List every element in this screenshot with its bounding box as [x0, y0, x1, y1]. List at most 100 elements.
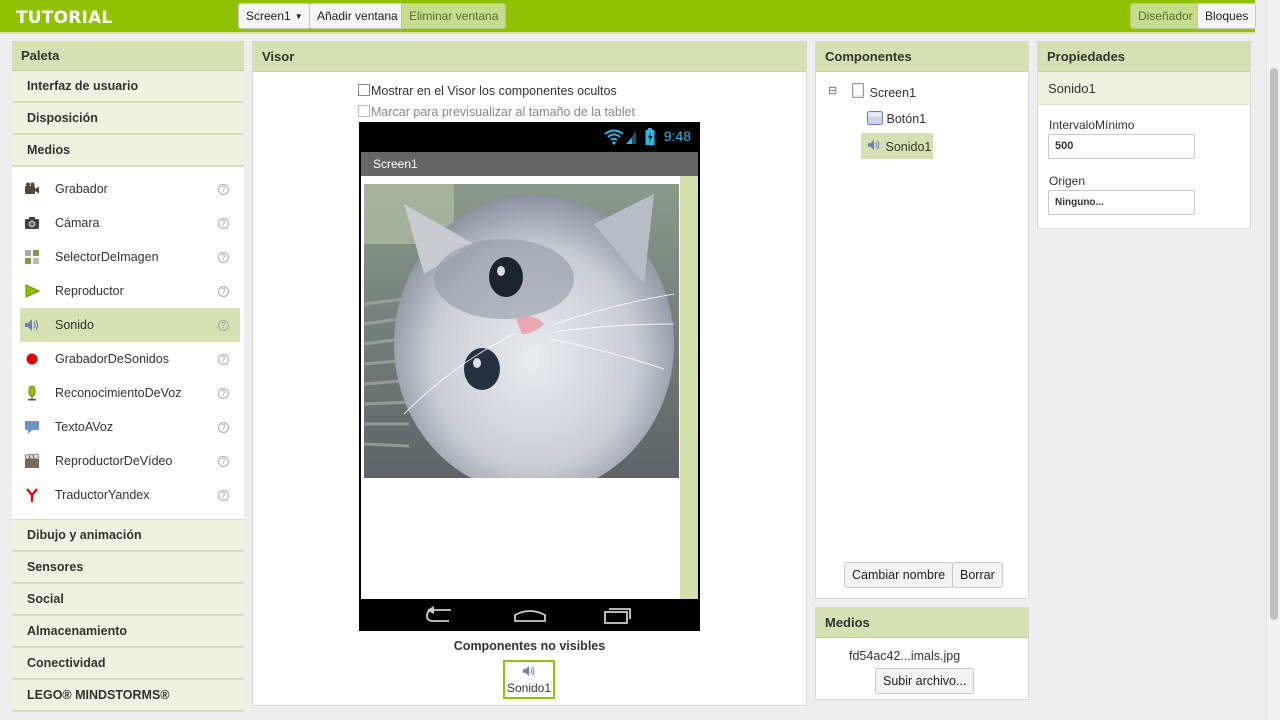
palette-item-grabador[interactable]: Grabador ? [20, 172, 240, 206]
palette-item-traductor-yandex[interactable]: TraductorYandex ? [20, 478, 240, 512]
palette-category-media[interactable]: Medios [12, 135, 244, 167]
source-label: Origen [1049, 174, 1086, 188]
help-icon[interactable]: ? [218, 354, 229, 365]
help-icon[interactable]: ? [218, 320, 229, 331]
palette-category-lego[interactable]: LEGO® MINDSTORMS® [12, 680, 244, 712]
android-nav-bar [359, 599, 700, 631]
screen-select-label: Screen1 [246, 9, 291, 23]
help-icon[interactable]: ? [218, 286, 229, 297]
palette-item-label: Reproductor [55, 284, 124, 298]
palette-category-social[interactable]: Social [12, 584, 244, 616]
min-interval-label: IntervaloMínimo [1049, 118, 1135, 132]
palette-item-reproductor-video[interactable]: ReproductorDeVídeo ? [20, 444, 240, 478]
tree-screen1[interactable]: Screen1 [852, 83, 916, 100]
screen-icon [852, 83, 864, 98]
scrollbar-thumb[interactable] [1270, 68, 1278, 620]
speaker-icon [25, 319, 39, 331]
palette-item-label: TraductorYandex [55, 488, 150, 502]
palette-item-label: ReconocimientoDeVoz [55, 386, 182, 400]
tablet-preview-checkbox-row[interactable]: Marcar para previsualizar al tamaño de l… [358, 105, 635, 119]
help-icon[interactable]: ? [218, 218, 229, 229]
speaker-icon [867, 139, 880, 151]
palette-title: Paleta [12, 41, 244, 71]
palette-item-reproductor[interactable]: Reproductor ? [20, 274, 240, 308]
palette-item-label: Cámara [55, 216, 100, 230]
help-icon[interactable]: ? [218, 184, 229, 195]
tablet-preview-label: Marcar para previsualizar al tamaño de l… [371, 105, 636, 119]
wifi-signal-icon [604, 129, 636, 145]
status-time: 9:48 [663, 128, 691, 144]
blocks-button[interactable]: Bloques [1197, 3, 1257, 29]
properties-panel: Propiedades Sonido1 IntervaloMínimo 500 … [1037, 41, 1251, 229]
palette-item-texto-a-voz[interactable]: TextoAVoz ? [20, 410, 240, 444]
media-file[interactable]: fd54ac42...imals.jpg [849, 649, 960, 663]
palette-item-selector-imagen[interactable]: SelectorDeImagen ? [20, 240, 240, 274]
palette-category-drawing[interactable]: Dibujo y animación [12, 520, 244, 552]
nonvisible-sonido1-label: Sonido1 [506, 681, 552, 695]
delete-button[interactable]: Borrar [952, 562, 1003, 588]
tablet-preview-checkbox[interactable] [358, 105, 370, 117]
palette-category-user-interface[interactable]: Interfaz de usuario [12, 71, 244, 103]
status-bar: 9:48 [359, 122, 700, 152]
show-hidden-checkbox[interactable] [358, 84, 370, 96]
tree-sonido1[interactable]: Sonido1 [861, 133, 933, 159]
screen-title-bar: Screen1 [361, 152, 698, 176]
help-icon[interactable]: ? [218, 388, 229, 399]
kitten-image-svg [364, 184, 679, 478]
min-interval-input[interactable]: 500 [1048, 134, 1195, 159]
nonvisible-sonido1[interactable]: Sonido1 [503, 660, 555, 699]
palette-item-grabador-sonidos[interactable]: GrabadorDeSonidos ? [20, 342, 240, 376]
palette-category-layout[interactable]: Disposición [12, 103, 244, 135]
page-scrollbar[interactable] [1266, 0, 1280, 720]
remove-screen-button[interactable]: Eliminar ventana [401, 3, 507, 29]
recent-apps-icon[interactable] [603, 605, 633, 625]
designer-button[interactable]: Diseñador [1130, 3, 1201, 29]
speaker-icon [522, 665, 535, 677]
nonvisible-components-title: Componentes no visibles [453, 639, 606, 653]
top-bar: TUTORIAL Screen1 ▼ Añadir ventana Elimina… [0, 0, 1257, 34]
play-icon [25, 284, 40, 298]
speech-bubble-icon [25, 421, 39, 434]
palette-category-connectivity[interactable]: Conectividad [12, 648, 244, 680]
properties-title: Propiedades [1038, 42, 1250, 72]
screen-scrollbar[interactable] [680, 176, 698, 599]
back-icon[interactable] [425, 605, 455, 625]
collapse-icon[interactable]: ⊟ [828, 84, 837, 97]
palette-category-storage[interactable]: Almacenamiento [12, 616, 244, 648]
home-icon[interactable] [513, 605, 547, 625]
screen-select[interactable]: Screen1 ▼ [238, 3, 311, 29]
source-picker[interactable]: Ninguno... [1048, 190, 1195, 215]
palette-item-reconocimiento-voz[interactable]: ReconocimientoDeVoz ? [20, 376, 240, 410]
palette-item-sonido[interactable]: Sonido ? [20, 308, 240, 342]
palette-item-label: ReproductorDeVídeo [55, 454, 173, 468]
media-items-list: Grabador ? Cámara ? SelectorDeImagen ? R… [12, 167, 244, 520]
button-icon [867, 111, 883, 125]
help-icon[interactable]: ? [218, 422, 229, 433]
tree-boton1[interactable]: Botón1 [867, 111, 926, 126]
palette-category-sensors[interactable]: Sensores [12, 552, 244, 584]
yandex-icon [26, 488, 38, 502]
clapperboard-icon [24, 453, 40, 468]
image-picker-icon [25, 250, 39, 264]
help-icon[interactable]: ? [218, 456, 229, 467]
battery-icon [645, 128, 655, 145]
help-icon[interactable]: ? [218, 490, 229, 501]
record-dot-icon [26, 353, 38, 365]
tree-boton1-label: Botón1 [886, 112, 927, 126]
palette-item-label: TextoAVoz [55, 420, 114, 434]
screen-body [361, 176, 698, 599]
upload-file-button[interactable]: Subir archivo... [875, 668, 975, 694]
palette-item-camara[interactable]: Cámara ? [20, 206, 240, 240]
kitten-image[interactable] [364, 184, 679, 478]
chevron-down-icon: ▼ [294, 11, 303, 21]
components-title: Componentes [816, 42, 1028, 72]
app-title: TUTORIAL [16, 8, 113, 28]
rename-button[interactable]: Cambiar nombre [844, 562, 954, 588]
help-icon[interactable]: ? [218, 252, 229, 263]
video-camera-icon [25, 182, 39, 194]
palette-item-label: Sonido [55, 318, 94, 332]
palette-item-label: SelectorDeImagen [55, 250, 159, 264]
show-hidden-label: Mostrar en el Visor los componentes ocul… [371, 84, 617, 98]
show-hidden-checkbox-row[interactable]: Mostrar en el Visor los componentes ocul… [358, 84, 617, 98]
add-screen-button[interactable]: Añadir ventana [309, 3, 406, 29]
